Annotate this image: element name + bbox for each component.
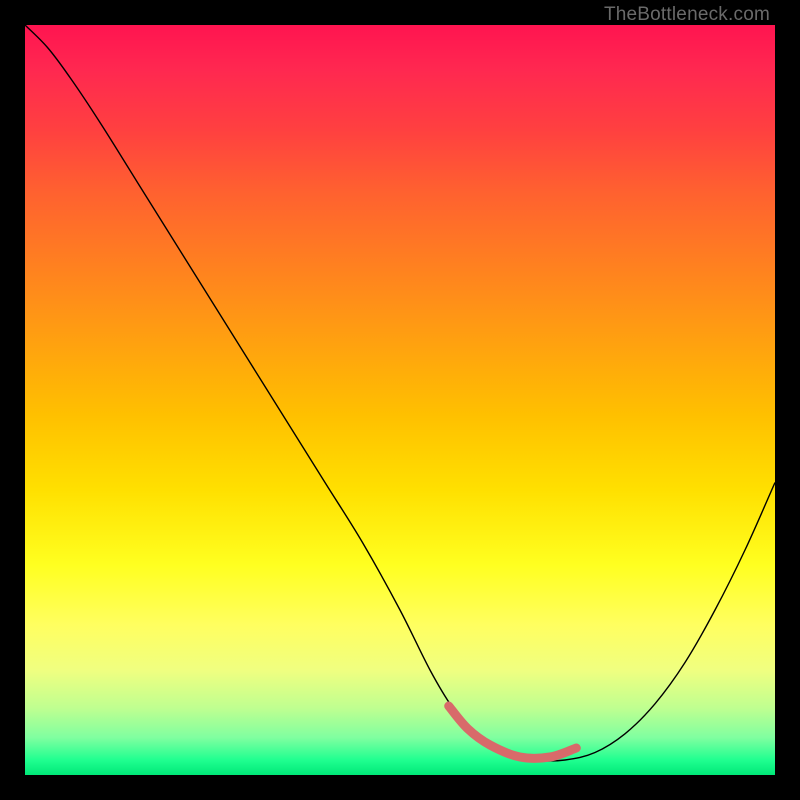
bottleneck-highlight — [449, 706, 577, 758]
bottleneck-curve — [25, 25, 775, 761]
watermark-text: TheBottleneck.com — [604, 4, 770, 26]
